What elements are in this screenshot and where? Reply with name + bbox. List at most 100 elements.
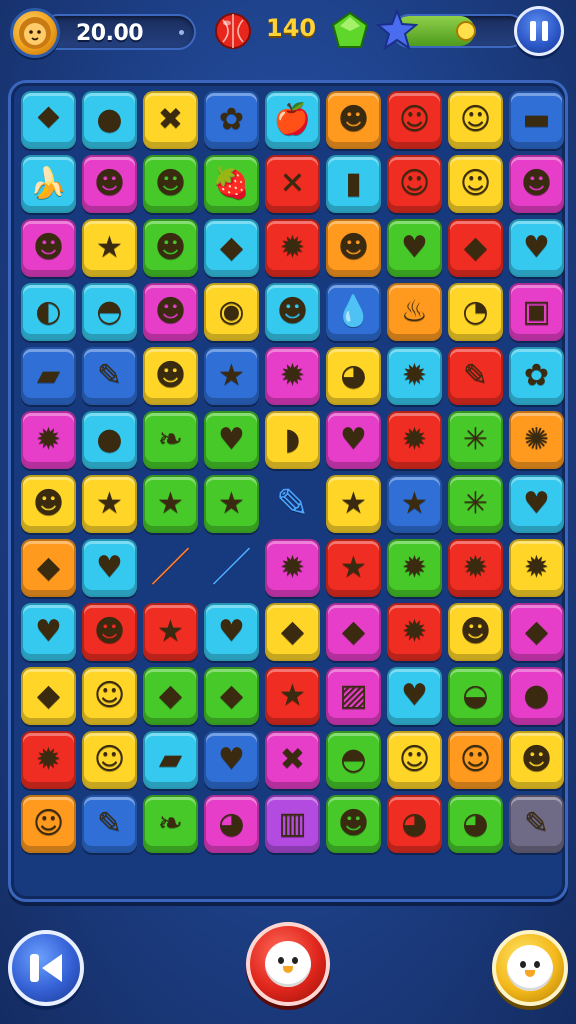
tile-r8-c4[interactable]: ◆ [265, 603, 320, 661]
tile-r3-c3[interactable]: ◉ [204, 283, 259, 341]
tile-r0-c3[interactable]: ✿ [204, 91, 259, 149]
tile-r5-c6[interactable]: ✹ [387, 411, 442, 469]
tile-r3-c1[interactable]: ◓ [82, 283, 137, 341]
tile-r1-c3[interactable]: 🍓 [204, 155, 259, 213]
tile-r7-c4[interactable]: ✹ [265, 539, 320, 597]
tile-r8-c1[interactable]: ☻ [82, 603, 137, 661]
tile-r2-c6[interactable]: ♥ [387, 219, 442, 277]
tile-r9-c1[interactable]: ☺ [82, 667, 137, 725]
tile-r0-c6[interactable]: ☺ [387, 91, 442, 149]
tile-r5-c3[interactable]: ♥ [204, 411, 259, 469]
tile-r3-c8[interactable]: ▣ [509, 283, 564, 341]
hint-button[interactable] [492, 930, 568, 1006]
tile-r5-c4[interactable]: ◗ [265, 411, 320, 469]
tile-r6-c4[interactable]: ✎ [265, 475, 320, 533]
tile-r4-c8[interactable]: ✿ [509, 347, 564, 405]
tile-r11-c1[interactable]: ✎ [82, 795, 137, 853]
tile-r8-c0[interactable]: ♥ [21, 603, 76, 661]
tile-r5-c1[interactable]: ● [82, 411, 137, 469]
tile-r5-c0[interactable]: ✹ [21, 411, 76, 469]
booster-button[interactable] [246, 922, 330, 1006]
tile-r4-c3[interactable]: ★ [204, 347, 259, 405]
tile-r11-c7[interactable]: ◕ [448, 795, 503, 853]
tile-r4-c4[interactable]: ✹ [265, 347, 320, 405]
tile-r11-c4[interactable]: ▥ [265, 795, 320, 853]
tile-r1-c8[interactable]: ☻ [509, 155, 564, 213]
tile-r3-c6[interactable]: ♨ [387, 283, 442, 341]
tile-r9-c5[interactable]: ▨ [326, 667, 381, 725]
tile-r8-c3[interactable]: ♥ [204, 603, 259, 661]
tile-r7-c3[interactable]: ／ [204, 539, 259, 597]
tile-r4-c1[interactable]: ✎ [82, 347, 137, 405]
tile-r4-c2[interactable]: ☻ [143, 347, 198, 405]
tile-r7-c5[interactable]: ★ [326, 539, 381, 597]
tile-r6-c8[interactable]: ♥ [509, 475, 564, 533]
tile-r11-c0[interactable]: ☺ [21, 795, 76, 853]
tile-r8-c7[interactable]: ☻ [448, 603, 503, 661]
tile-r10-c0[interactable]: ✹ [21, 731, 76, 789]
tile-r10-c1[interactable]: ☺ [82, 731, 137, 789]
tile-r2-c5[interactable]: ☻ [326, 219, 381, 277]
tile-r4-c7[interactable]: ✎ [448, 347, 503, 405]
tile-r2-c7[interactable]: ◆ [448, 219, 503, 277]
tile-r11-c2[interactable]: ❧ [143, 795, 198, 853]
tile-r7-c2[interactable]: ／ [143, 539, 198, 597]
tile-r2-c0[interactable]: ☻ [21, 219, 76, 277]
tile-r6-c5[interactable]: ★ [326, 475, 381, 533]
tile-r7-c0[interactable]: ◆ [21, 539, 76, 597]
tile-r9-c0[interactable]: ◆ [21, 667, 76, 725]
tile-r2-c1[interactable]: ★ [82, 219, 137, 277]
tile-r9-c8[interactable]: ● [509, 667, 564, 725]
tile-r9-c7[interactable]: ◒ [448, 667, 503, 725]
tile-r10-c3[interactable]: ♥ [204, 731, 259, 789]
tile-r3-c0[interactable]: ◐ [21, 283, 76, 341]
tile-r6-c3[interactable]: ★ [204, 475, 259, 533]
tile-r11-c5[interactable]: ☻ [326, 795, 381, 853]
tile-r2-c2[interactable]: ☻ [143, 219, 198, 277]
tile-r3-c2[interactable]: ☻ [143, 283, 198, 341]
tile-r4-c0[interactable]: ▰ [21, 347, 76, 405]
tile-r7-c8[interactable]: ✹ [509, 539, 564, 597]
tile-r10-c2[interactable]: ▰ [143, 731, 198, 789]
tile-r1-c4[interactable]: ✕ [265, 155, 320, 213]
tile-r0-c4[interactable]: 🍎 [265, 91, 320, 149]
tile-r6-c0[interactable]: ☻ [21, 475, 76, 533]
tile-r9-c3[interactable]: ◆ [204, 667, 259, 725]
tile-r0-c0[interactable]: ⯁ [21, 91, 76, 149]
tile-r1-c7[interactable]: ☺ [448, 155, 503, 213]
tile-r8-c8[interactable]: ◆ [509, 603, 564, 661]
tile-r3-c5[interactable]: 💧 [326, 283, 381, 341]
tile-r5-c2[interactable]: ❧ [143, 411, 198, 469]
tile-r7-c7[interactable]: ✹ [448, 539, 503, 597]
back-button[interactable] [8, 930, 84, 1006]
tile-r1-c5[interactable]: ▮ [326, 155, 381, 213]
tile-r0-c7[interactable]: ☺ [448, 91, 503, 149]
tile-r0-c2[interactable]: ✖ [143, 91, 198, 149]
tile-r8-c6[interactable]: ✹ [387, 603, 442, 661]
tile-r7-c1[interactable]: ♥ [82, 539, 137, 597]
tile-r10-c6[interactable]: ☺ [387, 731, 442, 789]
tile-r5-c7[interactable]: ✳ [448, 411, 503, 469]
tile-r0-c8[interactable]: ▬ [509, 91, 564, 149]
tile-r4-c5[interactable]: ◕ [326, 347, 381, 405]
tile-r9-c4[interactable]: ★ [265, 667, 320, 725]
tile-r10-c7[interactable]: ☺ [448, 731, 503, 789]
tile-r1-c0[interactable]: 🍌 [21, 155, 76, 213]
tile-r0-c1[interactable]: ● [82, 91, 137, 149]
tile-r1-c6[interactable]: ☺ [387, 155, 442, 213]
tile-r10-c4[interactable]: ✖ [265, 731, 320, 789]
tile-r1-c1[interactable]: ☻ [82, 155, 137, 213]
tile-r11-c3[interactable]: ◕ [204, 795, 259, 853]
tile-r4-c6[interactable]: ✹ [387, 347, 442, 405]
tile-r2-c3[interactable]: ◆ [204, 219, 259, 277]
tile-r0-c5[interactable]: ☻ [326, 91, 381, 149]
tile-r6-c2[interactable]: ★ [143, 475, 198, 533]
tile-r9-c2[interactable]: ◆ [143, 667, 198, 725]
tile-r3-c7[interactable]: ◔ [448, 283, 503, 341]
tile-r7-c6[interactable]: ✹ [387, 539, 442, 597]
tile-r5-c8[interactable]: ✺ [509, 411, 564, 469]
tile-r5-c5[interactable]: ♥ [326, 411, 381, 469]
pause-button[interactable] [514, 6, 564, 56]
tile-r8-c5[interactable]: ◆ [326, 603, 381, 661]
tile-r2-c4[interactable]: ✹ [265, 219, 320, 277]
